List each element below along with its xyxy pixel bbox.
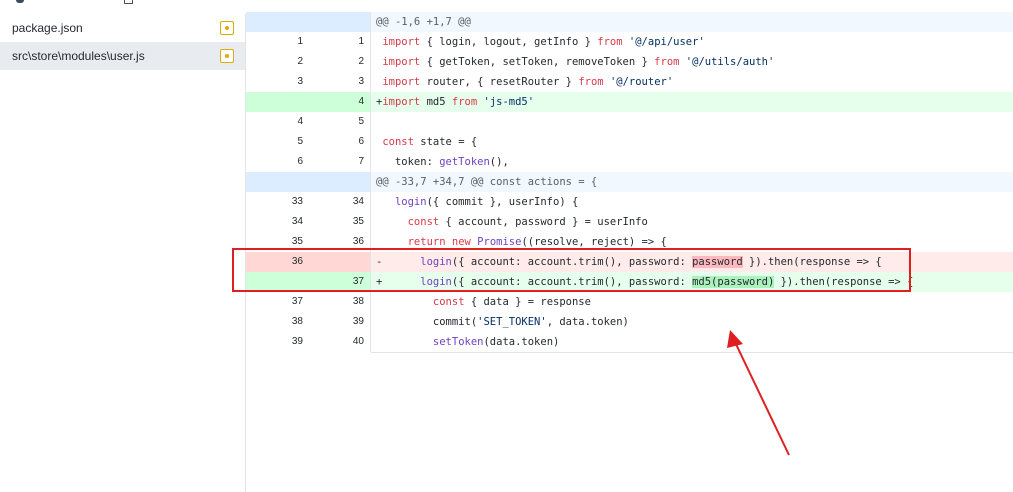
file-name: package.json: [12, 21, 83, 35]
toolbar-icon: [124, 0, 133, 4]
new-line-number[interactable]: 37: [309, 272, 371, 292]
diff-line: 4 +import md5 from 'js-md5': [246, 92, 1013, 112]
diff-line: 45: [246, 112, 1013, 132]
diff-line: 36 - login({ account: account.trim(), pas…: [246, 252, 1013, 272]
new-line-number[interactable]: [309, 12, 371, 32]
old-line-number[interactable]: 3: [246, 72, 309, 92]
old-line-number[interactable]: 38: [246, 312, 309, 332]
new-line-number[interactable]: 6: [309, 132, 371, 152]
diff-line: 39 40 setToken(data.token): [246, 332, 1013, 352]
new-line-number[interactable]: 35: [309, 212, 371, 232]
diff-line: 33 34 login({ commit }, userInfo) {: [246, 192, 1013, 212]
code-line: const { data } = response: [371, 292, 1013, 312]
code-line: import { getToken, setToken, removeToken…: [371, 52, 1013, 72]
new-line-number[interactable]: 4: [309, 92, 371, 112]
code-line: import { login, logout, getInfo } from '…: [371, 32, 1013, 52]
old-line-number[interactable]: 36: [246, 252, 309, 272]
app-logo-icon: [16, 0, 24, 3]
new-line-number[interactable]: 39: [309, 312, 371, 332]
code-line: setToken(data.token): [371, 332, 1013, 352]
diff-line: 34 35 const { account, password } = userI…: [246, 212, 1013, 232]
old-line-number[interactable]: 37: [246, 292, 309, 312]
hunk-header-text: @@ -33,7 +34,7 @@ const actions = {: [371, 172, 1013, 192]
diff-line: 35 36 return new Promise((resolve, reject…: [246, 232, 1013, 252]
new-line-number[interactable]: 2: [309, 52, 371, 72]
new-line-number[interactable]: [309, 252, 371, 272]
diff-line: 33 import router, { resetRouter } from '…: [246, 72, 1013, 92]
diff-line: 11 import { login, logout, getInfo } fro…: [246, 32, 1013, 52]
diff-view: @@ -1,6 +1,7 @@ 1 1 import { login, logout…: [246, 12, 1013, 352]
old-line-number[interactable]: 5: [246, 132, 309, 152]
code-line: login({ commit }, userInfo) {: [371, 192, 1013, 212]
new-line-number[interactable]: 40: [309, 332, 371, 352]
changed-files-list: package.json src\store\modules\user.js: [0, 14, 246, 492]
old-line-number[interactable]: [246, 272, 309, 292]
hunk-header-row: @@ -1,6 +1,7 @@: [246, 12, 1013, 32]
code-line: +import md5 from 'js-md5': [371, 92, 1013, 112]
code-line: + login({ account: account.trim(), passw…: [371, 272, 1013, 292]
code-line: [371, 112, 1013, 132]
code-line: - login({ account: account.trim(), passw…: [371, 252, 1013, 272]
old-line-number[interactable]: 34: [246, 212, 309, 232]
old-line-number[interactable]: 1: [246, 32, 309, 52]
code-line: const state = {: [371, 132, 1013, 152]
diff-line: 67 token: getToken(),: [246, 152, 1013, 172]
modified-icon: [220, 49, 234, 63]
code-line: token: getToken(),: [371, 152, 1013, 172]
file-item[interactable]: package.json: [0, 14, 245, 42]
diff-bottom-border: [371, 352, 1013, 353]
toolbar-strip: [0, 0, 1013, 6]
arrow-shaft: [733, 339, 790, 456]
code-line: const { account, password } = userInfo: [371, 212, 1013, 232]
old-line-number[interactable]: [246, 12, 309, 32]
new-line-number[interactable]: 5: [309, 112, 371, 132]
hunk-header-text: @@ -1,6 +1,7 @@: [371, 12, 1013, 32]
code-line: commit('SET_TOKEN', data.token): [371, 312, 1013, 332]
diff-line: 37 + login({ account: account.trim(), pas…: [246, 272, 1013, 292]
diff-line: 37 38 const { data } = response: [246, 292, 1013, 312]
old-line-number[interactable]: 6: [246, 152, 309, 172]
diff-line: 22 import { getToken, setToken, removeTo…: [246, 52, 1013, 72]
hunk-header-row: @@ -33,7 +34,7 @@ const actions = {: [246, 172, 1013, 192]
old-line-number[interactable]: 4: [246, 112, 309, 132]
diff-line: 56 const state = {: [246, 132, 1013, 152]
code-line: return new Promise((resolve, reject) => …: [371, 232, 1013, 252]
diff-line: 38 39 commit('SET_TOKEN', data.token): [246, 312, 1013, 332]
old-line-number[interactable]: 2: [246, 52, 309, 72]
old-line-number[interactable]: 33: [246, 192, 309, 212]
new-line-number[interactable]: 38: [309, 292, 371, 312]
old-line-number[interactable]: [246, 172, 309, 192]
file-name: src\store\modules\user.js: [12, 49, 145, 63]
old-line-number[interactable]: 35: [246, 232, 309, 252]
old-line-number[interactable]: [246, 92, 309, 112]
new-line-number[interactable]: 34: [309, 192, 371, 212]
new-line-number[interactable]: 7: [309, 152, 371, 172]
old-line-number[interactable]: 39: [246, 332, 309, 352]
new-line-number[interactable]: 1: [309, 32, 371, 52]
new-line-number[interactable]: [309, 172, 371, 192]
new-line-number[interactable]: 36: [309, 232, 371, 252]
code-line: import router, { resetRouter } from '@/r…: [371, 72, 1013, 92]
modified-icon: [220, 21, 234, 35]
new-line-number[interactable]: 3: [309, 72, 371, 92]
file-item[interactable]: src\store\modules\user.js: [0, 42, 245, 70]
